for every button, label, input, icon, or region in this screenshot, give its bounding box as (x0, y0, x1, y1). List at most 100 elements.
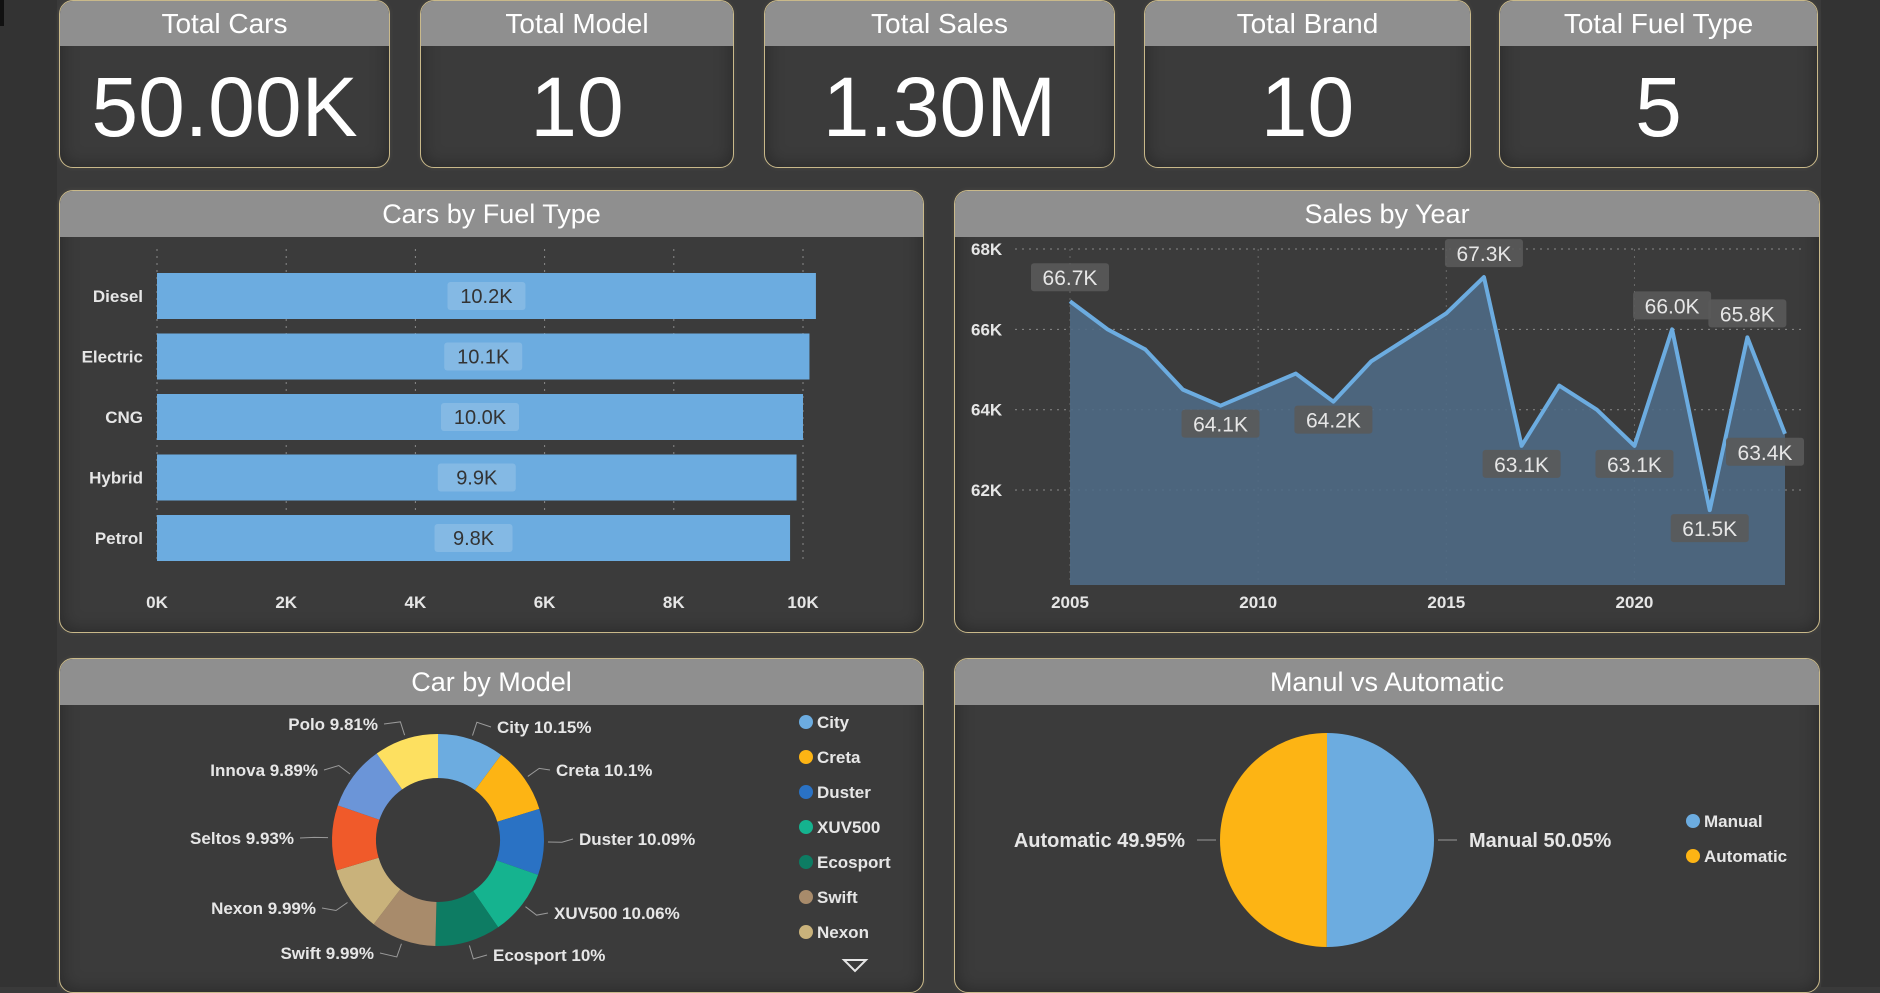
data-label: 66.0K (1645, 295, 1700, 318)
leader-line (472, 721, 492, 736)
x-tick-label: 8K (663, 593, 685, 612)
y-tick-label: 68K (971, 240, 1003, 259)
kpi-title: Total Fuel Type (1500, 1, 1817, 46)
x-tick-label: 4K (405, 593, 427, 612)
corner-mark (0, 0, 4, 26)
kpi-title: Total Sales (765, 1, 1114, 46)
data-label: 9.8K (453, 528, 495, 550)
legend-marker (799, 820, 813, 834)
data-label: 61.5K (1682, 518, 1737, 541)
legend-marker (799, 925, 813, 939)
leader-line (383, 721, 406, 736)
data-label: 10.0K (454, 407, 507, 429)
legend-label[interactable]: City (817, 713, 850, 732)
kpi-title: Total Model (421, 1, 733, 46)
car-by-model-donut-chart: City 10.15% Creta 10.1% Duster 10.09% XUV50… (190, 713, 891, 973)
leader-line (323, 765, 351, 775)
pie-slice[interactable] (1220, 733, 1327, 947)
data-label: 9.9K (456, 468, 498, 490)
x-tick-label: 0K (146, 593, 168, 612)
slice-label: Duster 10.09% (579, 830, 695, 849)
slice-label: Swift 9.99% (280, 944, 374, 963)
sales-by-year-area-chart: 68K 66K 64K 62K 2005 2010 2015 2020 66.7K 64.1K 64… (971, 239, 1805, 612)
kpi-value: 1.30M (822, 60, 1057, 154)
data-label: 63.4K (1738, 442, 1793, 465)
slice-label: XUV500 10.06% (554, 904, 680, 923)
legend-label[interactable]: Ecosport (817, 853, 891, 872)
x-tick-label: 2015 (1427, 593, 1465, 612)
y-tick-label: 64K (971, 401, 1003, 420)
leader-line (379, 943, 402, 958)
leader-line (468, 945, 488, 960)
x-tick-label: 2005 (1051, 593, 1089, 612)
x-tick-label: 2020 (1616, 593, 1654, 612)
kpi-card-total-cars[interactable]: Total Cars 50.00K (59, 0, 390, 168)
slice-label: Creta 10.1% (556, 761, 652, 780)
slice-label: Manual 50.05% (1469, 830, 1612, 852)
legend-marker (799, 890, 813, 904)
kpi-value: 50.00K (91, 60, 358, 154)
kpi-title: Total Cars (60, 1, 389, 46)
fuel-type-panel[interactable]: Cars by Fuel Type 0K 2K 4K 6K 8K 10K Diesel 10.… (59, 190, 924, 633)
category-label: Hybrid (89, 469, 143, 488)
y-tick-label: 66K (971, 320, 1003, 339)
slice-label: Ecosport 10% (493, 946, 605, 965)
legend-marker (799, 750, 813, 764)
slice-label: Innova 9.89% (210, 761, 318, 780)
slice-label: Automatic 49.95% (1014, 830, 1185, 852)
data-label: 67.3K (1457, 243, 1512, 266)
legend-label[interactable]: XUV500 (817, 818, 880, 837)
legend-marker (799, 855, 813, 869)
data-label: 63.1K (1494, 454, 1549, 477)
leader-line (299, 836, 329, 839)
legend-marker (799, 715, 813, 729)
data-label: 66.7K (1043, 267, 1098, 290)
transmission-panel[interactable]: Manul vs Automatic Manual 50.05% Automati… (954, 658, 1820, 993)
leader-line (527, 767, 551, 777)
leader-line (321, 902, 348, 912)
leader-line (525, 906, 549, 916)
legend-label[interactable]: Manual (1704, 812, 1763, 831)
x-tick-label: 2K (275, 593, 297, 612)
fuel-type-bar-chart: 0K 2K 4K 6K 8K 10K Diesel 10.2K Electric 10.1K CNG… (82, 249, 819, 612)
kpi-card-total-fuel-type[interactable]: Total Fuel Type 5 (1499, 0, 1818, 168)
data-label: 10.2K (460, 286, 513, 308)
category-label: Petrol (95, 529, 143, 548)
legend-label[interactable]: Creta (817, 748, 861, 767)
legend-label[interactable]: Swift (817, 888, 858, 907)
page-edge-left (0, 0, 57, 987)
data-label: 64.2K (1306, 410, 1361, 433)
data-label: 65.8K (1720, 303, 1775, 326)
kpi-value: 5 (1635, 60, 1682, 154)
pie-slice[interactable] (1326, 733, 1435, 947)
legend-marker (1686, 814, 1700, 828)
slice-label: Nexon 9.99% (211, 899, 316, 918)
category-label: Electric (82, 348, 143, 367)
y-tick-label: 62K (971, 481, 1003, 500)
legend-label[interactable]: Duster (817, 783, 871, 802)
data-label: 63.1K (1607, 454, 1662, 477)
legend-label[interactable]: Automatic (1704, 847, 1787, 866)
kpi-value: 10 (1260, 60, 1355, 154)
car-by-model-panel[interactable]: Car by Model City 10.15% Creta 10.1% Duste… (59, 658, 924, 993)
page-edge-right (1821, 0, 1880, 987)
x-tick-label: 10K (787, 593, 819, 612)
kpi-card-total-brand[interactable]: Total Brand 10 (1144, 0, 1471, 168)
legend-label[interactable]: Nexon (817, 923, 869, 942)
kpi-card-total-model[interactable]: Total Model 10 (420, 0, 734, 168)
kpi-title: Total Brand (1145, 1, 1470, 46)
kpi-card-total-sales[interactable]: Total Sales 1.30M (764, 0, 1115, 168)
data-label: 10.1K (457, 347, 510, 369)
x-tick-label: 2010 (1239, 593, 1277, 612)
sales-by-year-panel[interactable]: Sales by Year 68K 66K 64K 62K 2005 2010 2015 20… (954, 190, 1820, 633)
category-label: CNG (105, 408, 143, 427)
category-label: Diesel (93, 287, 143, 306)
leader-line (547, 838, 574, 843)
legend-marker (799, 785, 813, 799)
data-label: 64.1K (1193, 414, 1248, 437)
transmission-pie-chart: Manual 50.05% Automatic 49.95% Manual Autom… (1014, 733, 1787, 947)
slice-label: Seltos 9.93% (190, 829, 294, 848)
legend-scroll-down-icon[interactable] (841, 959, 869, 973)
x-tick-label: 6K (534, 593, 556, 612)
slice-label: City 10.15% (497, 718, 592, 737)
